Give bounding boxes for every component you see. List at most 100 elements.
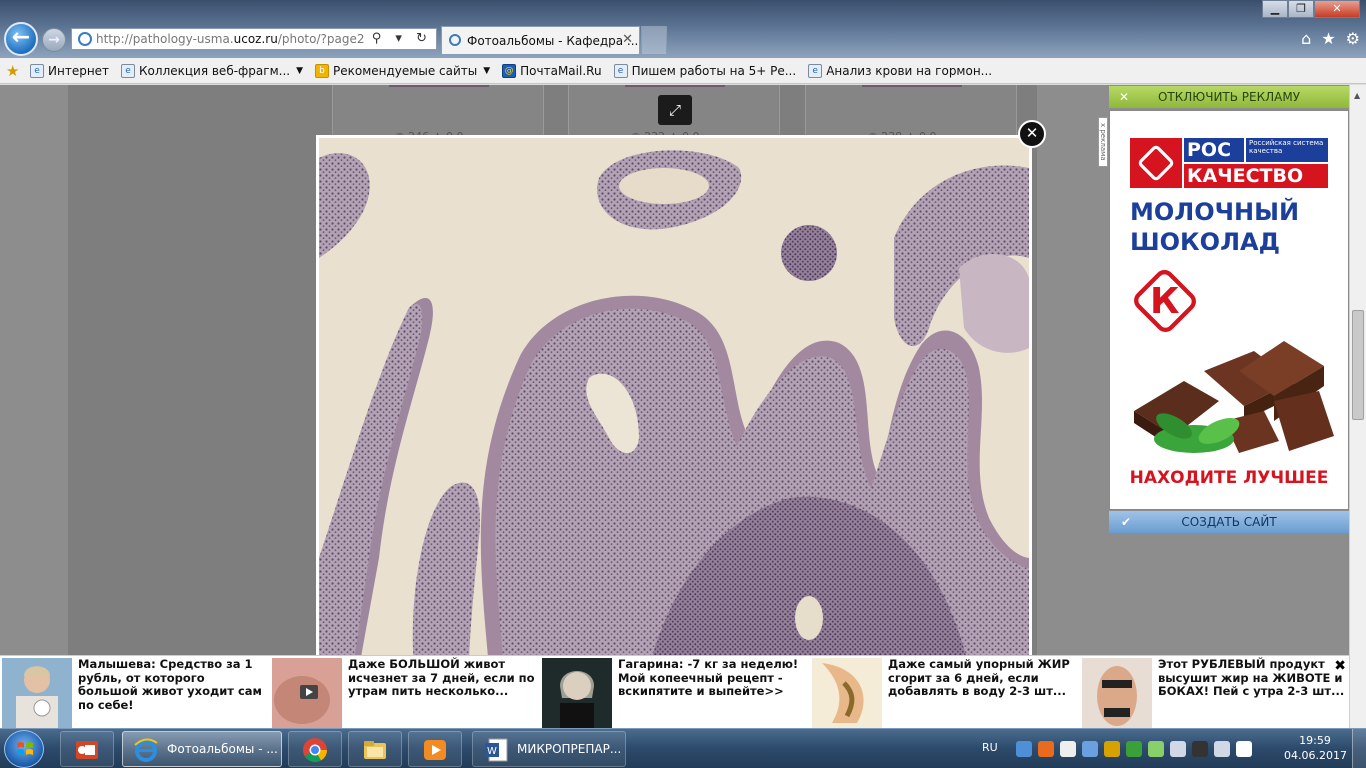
close-window-button[interactable]: ✕ (1314, 0, 1360, 18)
chocolate-ad-banner[interactable]: РОС Российская система качества КАЧЕСТВО… (1109, 110, 1349, 510)
news-item[interactable]: Этот РУБЛЕВЫЙ продукт высушит жир на ЖИВ… (1080, 656, 1350, 729)
new-tab-button[interactable] (641, 26, 667, 54)
ie-icon: e (30, 64, 44, 78)
page-scrollbar[interactable]: ▲ (1349, 85, 1366, 655)
scroll-up-icon[interactable]: ▲ (1354, 91, 1360, 100)
close-lightbox-button[interactable]: ✕ (1018, 120, 1046, 148)
histology-photo[interactable] (319, 138, 1029, 655)
bing-icon: b (315, 64, 330, 78)
word-icon: W (485, 738, 508, 762)
address-tools-icon[interactable]: ⚲ ▾ ↻ (372, 31, 432, 46)
minimize-button[interactable]: ▁ (1262, 0, 1288, 18)
tray-app-icon[interactable] (1038, 741, 1054, 757)
tray-app-icon[interactable] (1016, 741, 1032, 757)
browser-tools: ⌂ ★ ⚙ (1301, 29, 1360, 48)
favorites-add-icon[interactable]: ★ (6, 62, 19, 80)
news-thumbnail-icon (1082, 658, 1152, 728)
folder-icon (364, 741, 386, 759)
create-site-button[interactable]: ✔ СОЗДАТЬ САЙТ (1109, 511, 1349, 533)
tray-app-icon[interactable] (1170, 741, 1186, 757)
news-item[interactable]: Даже БОЛЬШОЙ живот исчезнет за 7 дней, е… (270, 656, 540, 729)
chevron-down-icon[interactable]: ▼ (483, 66, 490, 76)
ie-icon (134, 738, 158, 762)
ie-icon: e (808, 64, 823, 78)
forward-button[interactable]: → (42, 28, 66, 52)
clock[interactable]: 19:59 04.06.2017 (1284, 733, 1347, 763)
fullscreen-expand-icon[interactable]: ⤢ (658, 95, 692, 125)
site-favicon-icon (78, 32, 92, 46)
ad-product-title: МОЛОЧНЫЙ ШОКОЛАД (1130, 198, 1300, 256)
tray-app-icon[interactable] (1104, 741, 1120, 757)
brand-subtitle: Российская система качества (1246, 138, 1328, 162)
ad-slogan: НАХОДИТЕ ЛУЧШЕЕ (1129, 468, 1329, 488)
system-tray: RU (978, 729, 1278, 768)
tab-photo-albums[interactable]: Фотоальбомы - Кафедра ... ✕ (441, 26, 640, 54)
ie-icon: e (121, 64, 136, 78)
tray-device-icon[interactable] (1060, 741, 1076, 757)
taskbar-browser-window[interactable]: Фотоальбомы - ... (122, 731, 282, 767)
network-icon[interactable] (1192, 741, 1208, 757)
ad-badge[interactable]: x реклама (1098, 117, 1108, 167)
svg-text:W: W (487, 746, 497, 757)
favorites-bar: ★ e Интернет e Коллекция веб-фрагм... ▼ … (0, 58, 1366, 84)
address-bar[interactable]: http://pathology-usma.ucoz.ru/photo/?pag… (71, 28, 437, 50)
window-controls: ▁ ❐ ✕ (1262, 0, 1360, 18)
news-item[interactable]: Гагарина: -7 кг за неделю! Мой копеечный… (540, 656, 810, 729)
back-button[interactable]: ← (4, 22, 38, 56)
lightbox-photo-frame (316, 135, 1032, 655)
tray-icons (1016, 741, 1252, 757)
tray-check-icon[interactable] (1148, 741, 1164, 757)
news-item[interactable]: Даже самый упорный ЖИР сгорит за 6 дней,… (810, 656, 1080, 729)
taskbar-word-document[interactable]: W МИКРОПРЕПАР... (472, 731, 626, 767)
browser-navbar: ← → http://pathology-usma.ucoz.ru/photo/… (0, 0, 1366, 58)
favorite-item[interactable]: e Коллекция веб-фрагм... ▼ (121, 64, 303, 78)
ie-icon: e (613, 64, 628, 78)
tab-title: Фотоальбомы - Кафедра ... (467, 34, 639, 48)
news-item[interactable]: Малышева: Средство за 1 рубль, от которо… (0, 656, 270, 729)
taskbar-media-player[interactable] (408, 731, 462, 767)
taskbar-chrome[interactable] (288, 731, 342, 767)
favorite-item[interactable]: b Рекомендуемые сайты ▼ (315, 64, 490, 78)
close-icon: ✕ (1119, 90, 1130, 104)
chevron-down-icon[interactable]: ▼ (296, 66, 303, 76)
page-scrollbar-bottom[interactable] (1349, 655, 1366, 728)
favorite-item[interactable]: e Интернет (30, 64, 109, 78)
tab-close-icon[interactable]: ✕ (622, 32, 633, 47)
news-thumbnail-icon (2, 658, 72, 728)
url-text[interactable]: http://pathology-usma.ucoz.ru/photo/?pag… (96, 32, 365, 46)
gear-icon[interactable]: ⚙ (1346, 29, 1360, 48)
windows-logo-icon (17, 742, 33, 755)
brand-text-kachestvo: КАЧЕСТВО (1184, 164, 1328, 188)
torrent-icon[interactable] (1126, 741, 1142, 757)
taskbar-presentation-app[interactable] (60, 731, 114, 767)
tab-favicon-icon (449, 34, 461, 46)
signal-icon[interactable] (1236, 741, 1252, 757)
news-thumbnail-icon (542, 658, 612, 728)
show-desktop-button[interactable] (1352, 729, 1366, 768)
quality-mark-letter: К (1150, 281, 1180, 322)
media-player-icon (424, 740, 446, 760)
home-icon[interactable]: ⌂ (1301, 29, 1311, 48)
news-thumbnail-icon (812, 658, 882, 728)
language-indicator[interactable]: RU (982, 741, 998, 754)
favorite-item[interactable]: @ ПочтаMail.Ru (502, 64, 602, 78)
roskachestvo-logo-icon (1130, 138, 1182, 188)
favorite-item[interactable]: e Анализ крови на гормон... (808, 64, 992, 78)
maximize-button[interactable]: ❐ (1288, 0, 1314, 18)
presentation-icon (76, 741, 98, 759)
news-ad-strip: Малышева: Средство за 1 рубль, от которо… (0, 655, 1349, 728)
favorites-star-icon[interactable]: ★ (1321, 29, 1335, 48)
scrollbar-thumb[interactable] (1352, 310, 1364, 420)
volume-icon[interactable] (1214, 741, 1230, 757)
favorite-item[interactable]: e Пишем работы на 5+ Ре... (613, 64, 796, 78)
tray-app-icon[interactable] (1082, 741, 1098, 757)
taskbar-explorer[interactable] (348, 731, 402, 767)
chrome-icon (303, 738, 327, 763)
card-thumb-edge (389, 85, 489, 87)
chocolate-image-icon (1134, 341, 1334, 453)
card-thumb-edge (862, 85, 962, 87)
card-thumb-edge (625, 85, 725, 87)
close-icon[interactable]: ✖ (1334, 658, 1346, 674)
disable-ads-button[interactable]: ✕ ОТКЛЮЧИТЬ РЕКЛАМУ (1109, 86, 1349, 108)
start-button[interactable] (4, 730, 44, 768)
